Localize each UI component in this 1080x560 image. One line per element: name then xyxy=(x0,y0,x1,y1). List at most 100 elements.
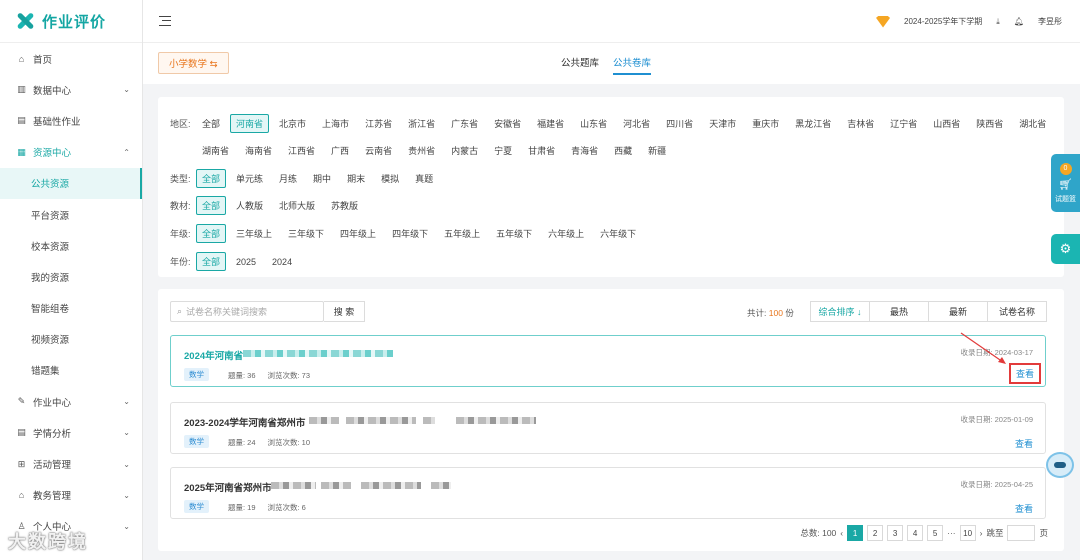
filter-option[interactable]: 2025 xyxy=(230,254,262,270)
filter-option[interactable]: 五年级上 xyxy=(438,224,486,243)
filter-option[interactable]: 海南省 xyxy=(239,141,278,160)
sidebar-item[interactable]: ✎ 作业中心 ⌄ xyxy=(0,386,142,417)
page-button[interactable]: 2 xyxy=(867,525,884,541)
filter-option[interactable]: 三年级下 xyxy=(282,224,330,243)
filter-option[interactable]: 人教版 xyxy=(230,196,269,215)
filter-option[interactable]: 内蒙古 xyxy=(445,141,484,160)
filter-option[interactable]: 全部 xyxy=(196,114,226,133)
sidebar-item[interactable]: 公共资源 xyxy=(0,167,142,200)
sidebar-item[interactable]: ▤ 学情分析 ⌄ xyxy=(0,417,142,448)
page-button[interactable]: 5 xyxy=(927,525,944,541)
filter-option[interactable]: 陕西省 xyxy=(970,114,1009,133)
sidebar-item[interactable]: ▥ 数据中心 ⌄ xyxy=(0,74,142,105)
filter-option[interactable]: 河北省 xyxy=(617,114,656,133)
settings-button[interactable]: ⚙ xyxy=(1051,234,1080,264)
menu-toggle-icon[interactable] xyxy=(159,16,171,26)
filter-option[interactable]: 贵州省 xyxy=(402,141,441,160)
bell-icon[interactable]: 🔔︎ xyxy=(1014,17,1024,26)
paper-card[interactable]: 2025年河南省郑州市 数学 题量: 19 浏览次数: 6 收录日期: 2025-04-… xyxy=(170,467,1046,519)
paper-card[interactable]: 2024年河南省 数学 题量: 36 浏览次数: 73 收录日期: 2024-03-17… xyxy=(170,335,1046,387)
filter-option[interactable]: 全部 xyxy=(196,224,227,243)
library-tab[interactable]: 公共题库 xyxy=(561,55,599,75)
app-logo[interactable]: 作业评价 xyxy=(0,0,142,43)
filter-option[interactable]: 黑龙江省 xyxy=(789,114,837,133)
filter-option[interactable]: 宁夏 xyxy=(488,141,518,160)
search-button[interactable]: 搜 索 xyxy=(324,301,365,322)
filter-option[interactable]: 三年级上 xyxy=(230,224,278,243)
filter-option[interactable]: 辽宁省 xyxy=(884,114,923,133)
view-button[interactable]: 查看 xyxy=(1015,502,1033,515)
filter-option[interactable]: 五年级下 xyxy=(490,224,538,243)
view-button[interactable]: 查看 xyxy=(1015,437,1033,450)
filter-option[interactable]: 青海省 xyxy=(565,141,604,160)
term-label[interactable]: 2024-2025学年下学期 xyxy=(904,16,982,27)
filter-option[interactable]: 六年级上 xyxy=(542,224,590,243)
assistant-robot-icon[interactable] xyxy=(1046,452,1074,478)
filter-option[interactable]: 真题 xyxy=(409,169,439,188)
filter-option[interactable]: 苏教版 xyxy=(325,196,364,215)
filter-option[interactable]: 广东省 xyxy=(445,114,484,133)
library-tab[interactable]: 公共卷库 xyxy=(613,55,652,75)
sort-option[interactable]: 最热 xyxy=(870,302,929,321)
subject-switch-button[interactable]: 小学数学 ⇆ xyxy=(158,52,229,74)
prev-page-icon[interactable]: ‹ xyxy=(840,528,843,538)
search-input[interactable]: ⌕ 试卷名称关键词搜索 xyxy=(170,301,324,322)
filter-option[interactable]: 重庆市 xyxy=(746,114,785,133)
filter-option[interactable]: 北师大版 xyxy=(273,196,321,215)
filter-option[interactable]: 全部 xyxy=(196,196,227,215)
question-basket-button[interactable]: 0 🛒︎ 试题篮 xyxy=(1051,154,1080,212)
view-button[interactable]: 查看 xyxy=(1008,363,1041,384)
filter-option[interactable]: 西藏 xyxy=(608,141,638,160)
sidebar-item[interactable]: ⌂ 首页 xyxy=(0,43,142,74)
sidebar-item[interactable]: 我的资源 xyxy=(0,261,142,292)
paper-title[interactable]: 2024年河南省 xyxy=(184,348,243,362)
sidebar-item[interactable]: 校本资源 xyxy=(0,230,142,261)
page-button[interactable]: 10 xyxy=(959,525,976,541)
filter-option[interactable]: 模拟 xyxy=(375,169,405,188)
filter-option[interactable]: 湖南省 xyxy=(196,141,235,160)
filter-option[interactable]: 云南省 xyxy=(359,141,398,160)
filter-option[interactable]: 上海市 xyxy=(316,114,355,133)
filter-option[interactable]: 山东省 xyxy=(574,114,613,133)
next-page-icon[interactable]: › xyxy=(980,528,983,538)
sidebar-item[interactable]: ⌂ 教务管理 ⌄ xyxy=(0,480,142,511)
sidebar-item[interactable]: ▦ 资源中心 ⌃ xyxy=(0,137,142,168)
filter-option[interactable]: 月练 xyxy=(273,169,303,188)
page-button[interactable]: 3 xyxy=(887,525,904,541)
vip-badge-icon[interactable] xyxy=(876,15,891,28)
filter-option[interactable]: 四年级下 xyxy=(386,224,434,243)
paper-title[interactable]: 2025年河南省郑州市 xyxy=(184,480,272,494)
sidebar-item[interactable]: ▤ 基础性作业 xyxy=(0,105,142,136)
filter-option[interactable]: 广西 xyxy=(325,141,355,160)
filter-option[interactable]: 浙江省 xyxy=(402,114,441,133)
goto-page-input[interactable] xyxy=(1007,525,1036,541)
filter-option[interactable]: 甘肃省 xyxy=(522,141,561,160)
filter-option[interactable]: 四川省 xyxy=(660,114,699,133)
sidebar-item[interactable]: 视频资源 xyxy=(0,324,142,355)
filter-option[interactable]: 北京市 xyxy=(273,114,312,133)
sort-option[interactable]: 试卷名称 xyxy=(988,302,1046,321)
filter-option[interactable]: 吉林省 xyxy=(841,114,880,133)
filter-option[interactable]: 期中 xyxy=(307,169,337,188)
filter-option[interactable]: 天津市 xyxy=(703,114,742,133)
sort-option[interactable]: 最新 xyxy=(929,302,988,321)
sort-option[interactable]: 综合排序 ↓ xyxy=(811,302,870,321)
sidebar-item[interactable]: ⊞ 活动管理 ⌄ xyxy=(0,448,142,479)
filter-option[interactable]: 江苏省 xyxy=(359,114,398,133)
sidebar-item[interactable]: 错题集 xyxy=(0,355,142,386)
paper-card[interactable]: 2023-2024学年河南省郑州市 数学 题量: 24 浏览次数: 10 收录日期: 2… xyxy=(170,402,1046,454)
page-button[interactable]: 4 xyxy=(907,525,924,541)
user-name[interactable]: 李昱彤 xyxy=(1038,16,1062,27)
page-button[interactable]: 1 xyxy=(847,525,864,541)
filter-option[interactable]: 山西省 xyxy=(927,114,966,133)
filter-option[interactable]: 湖北省 xyxy=(1013,114,1052,133)
filter-option[interactable]: 全部 xyxy=(196,252,227,271)
filter-option[interactable]: 2024 xyxy=(266,254,298,270)
sidebar-item[interactable]: 平台资源 xyxy=(0,199,142,230)
filter-option[interactable]: 期末 xyxy=(341,169,371,188)
filter-option[interactable]: 全部 xyxy=(196,169,227,188)
filter-option[interactable]: 新疆 xyxy=(642,141,672,160)
paper-title[interactable]: 2023-2024学年河南省郑州市 xyxy=(184,415,305,429)
filter-option[interactable]: 四年级上 xyxy=(334,224,382,243)
filter-option[interactable]: 福建省 xyxy=(531,114,570,133)
